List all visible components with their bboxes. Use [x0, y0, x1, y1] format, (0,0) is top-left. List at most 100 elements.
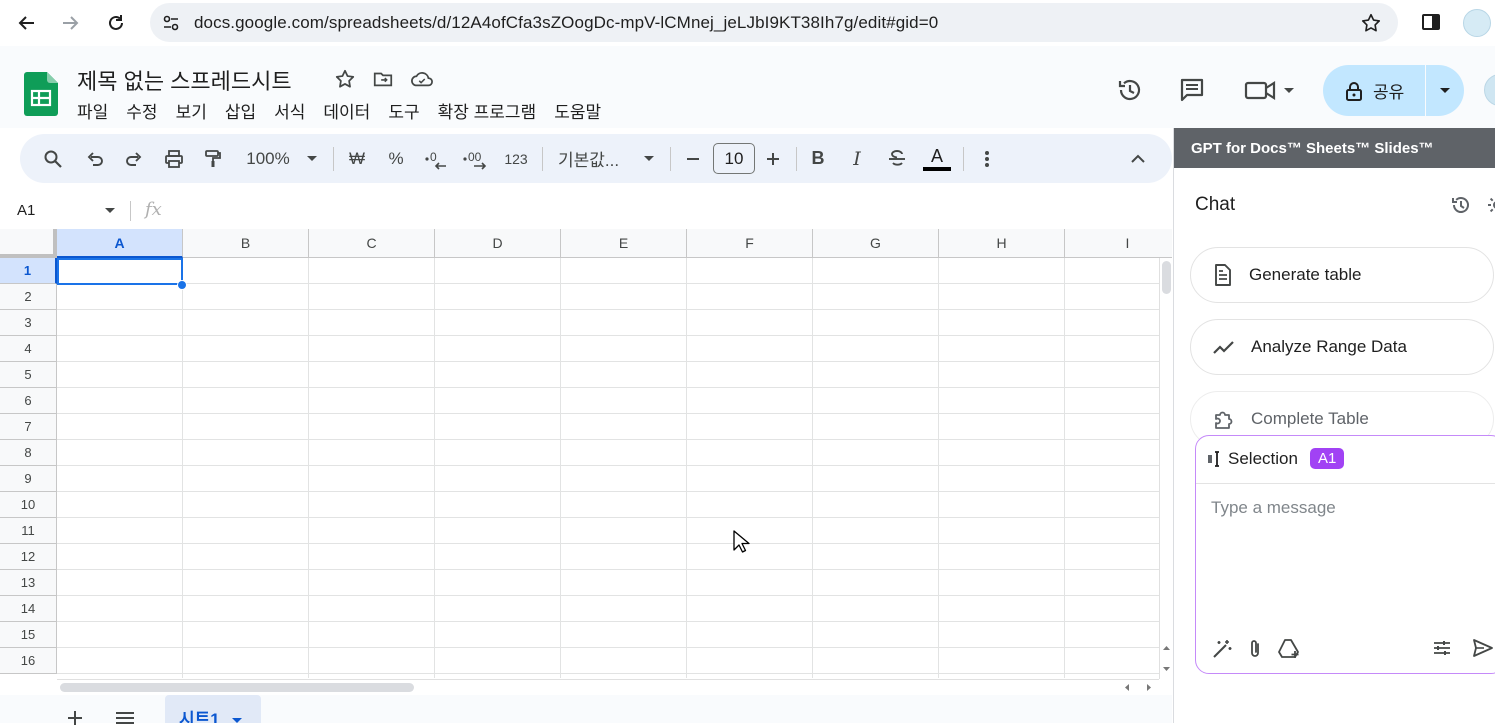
menu-file[interactable]: 파일: [77, 98, 117, 123]
settings-gear-icon[interactable]: [1486, 194, 1495, 216]
star-icon[interactable]: [334, 68, 356, 90]
generate-table-button[interactable]: Generate table: [1190, 247, 1494, 303]
chevron-down-icon[interactable]: [104, 207, 116, 215]
scroll-up-icon[interactable]: [1162, 644, 1171, 652]
font-size-input[interactable]: 10: [713, 143, 755, 174]
cloud-status-icon[interactable]: [410, 68, 434, 90]
site-settings-icon[interactable]: [162, 14, 180, 32]
scroll-left-icon[interactable]: [1123, 683, 1131, 692]
row-header-5[interactable]: 5: [0, 362, 57, 388]
comments-icon[interactable]: [1178, 76, 1206, 104]
send-icon[interactable]: [1472, 638, 1494, 658]
menu-view[interactable]: 보기: [167, 98, 216, 123]
history-icon[interactable]: [1450, 194, 1472, 216]
zoom-value[interactable]: 100%: [242, 134, 294, 183]
row-header-10[interactable]: 10: [0, 492, 57, 518]
row-header-2[interactable]: 2: [0, 284, 57, 310]
vertical-scrollbar[interactable]: [1159, 258, 1172, 679]
undo-button[interactable]: [82, 134, 108, 183]
sheet-tab-active[interactable]: 시트1: [165, 695, 261, 723]
vertical-scroll-thumb[interactable]: [1162, 261, 1171, 294]
row-header-8[interactable]: 8: [0, 440, 57, 466]
select-all-corner[interactable]: [0, 229, 57, 258]
spreadsheet-grid[interactable]: ABCDEFGHI 1 2 3 4 5 6 7 8 9 10 11 12 13 14 15 16: [0, 229, 1172, 679]
strikethrough-button[interactable]: [885, 134, 909, 183]
horizontal-scroll-thumb[interactable]: [60, 683, 414, 692]
column-header-e[interactable]: E: [561, 229, 687, 258]
row-header-13[interactable]: 13: [0, 570, 57, 596]
profile-avatar[interactable]: [1463, 9, 1491, 37]
tune-settings-icon[interactable]: [1432, 638, 1452, 658]
move-folder-icon[interactable]: [372, 68, 394, 90]
analyze-range-button[interactable]: Analyze Range Data: [1190, 319, 1494, 375]
active-cell-a1[interactable]: [57, 258, 183, 285]
reload-button[interactable]: [99, 6, 133, 40]
row-header-4[interactable]: 4: [0, 336, 57, 362]
version-history-icon[interactable]: [1116, 76, 1144, 104]
address-bar[interactable]: docs.google.com/spreadsheets/d/12A4ofCfa…: [150, 3, 1398, 42]
account-avatar[interactable]: [1484, 74, 1495, 106]
horizontal-scrollbar[interactable]: [57, 679, 1159, 694]
share-dropdown[interactable]: [1426, 87, 1464, 95]
column-header-c[interactable]: C: [309, 229, 435, 258]
side-panel-icon[interactable]: [1421, 12, 1441, 32]
paint-format-button[interactable]: [200, 134, 226, 183]
cell-grid[interactable]: [57, 258, 1159, 678]
scroll-down-icon[interactable]: [1162, 665, 1171, 673]
search-menus-button[interactable]: [40, 134, 66, 183]
magic-wand-icon[interactable]: [1211, 638, 1233, 660]
number-format-button[interactable]: 123: [501, 134, 531, 183]
row-header-15[interactable]: 15: [0, 622, 57, 648]
column-header-h[interactable]: H: [939, 229, 1065, 258]
more-toolbar-button[interactable]: [977, 134, 997, 183]
text-color-button[interactable]: A: [922, 134, 952, 183]
redo-button[interactable]: [121, 134, 147, 183]
zoom-dropdown[interactable]: [303, 134, 321, 183]
decrease-decimal-button[interactable]: 0: [423, 134, 449, 183]
forward-button[interactable]: [53, 6, 87, 40]
sheets-logo-icon[interactable]: [24, 72, 58, 116]
column-header-d[interactable]: D: [435, 229, 561, 258]
menu-edit[interactable]: 수정: [117, 98, 166, 123]
row-header-12[interactable]: 12: [0, 544, 57, 570]
row-header-16[interactable]: 16: [0, 648, 57, 674]
row-header-11[interactable]: 11: [0, 518, 57, 544]
decrease-font-size-button[interactable]: [681, 134, 705, 183]
attach-icon[interactable]: [1245, 638, 1265, 660]
menu-format[interactable]: 서식: [265, 98, 314, 123]
increase-decimal-button[interactable]: 00: [462, 134, 490, 183]
document-title[interactable]: 제목 없는 스프레드시트: [77, 64, 292, 96]
drive-add-icon[interactable]: [1277, 638, 1301, 660]
column-header-i[interactable]: I: [1065, 229, 1172, 258]
meet-video-icon[interactable]: [1244, 76, 1296, 104]
chevron-down-icon[interactable]: [232, 717, 243, 723]
menu-insert[interactable]: 삽입: [216, 98, 265, 123]
menu-data[interactable]: 데이터: [314, 98, 379, 123]
row-header-6[interactable]: 6: [0, 388, 57, 414]
back-button[interactable]: [10, 6, 44, 40]
share-button[interactable]: 공유: [1323, 65, 1464, 116]
row-header-14[interactable]: 14: [0, 596, 57, 622]
scroll-right-icon[interactable]: [1145, 683, 1153, 692]
print-button[interactable]: [161, 134, 187, 183]
collapse-menu-button[interactable]: [1126, 134, 1150, 183]
italic-button[interactable]: I: [845, 134, 869, 183]
row-header-9[interactable]: 9: [0, 466, 57, 492]
row-header-7[interactable]: 7: [0, 414, 57, 440]
menu-help[interactable]: 도움말: [545, 98, 610, 123]
row-header-3[interactable]: 3: [0, 310, 57, 336]
column-header-a[interactable]: A: [57, 229, 183, 258]
percent-format-button[interactable]: %: [384, 134, 408, 183]
name-box[interactable]: A1: [17, 202, 35, 219]
increase-font-size-button[interactable]: [761, 134, 785, 183]
column-header-b[interactable]: B: [183, 229, 309, 258]
menu-tools[interactable]: 도구: [379, 98, 428, 123]
column-header-g[interactable]: G: [813, 229, 939, 258]
bold-button[interactable]: B: [806, 134, 830, 183]
currency-format-button[interactable]: ₩: [345, 134, 369, 183]
share-main[interactable]: 공유: [1323, 65, 1425, 116]
column-header-f[interactable]: F: [687, 229, 813, 258]
bookmark-star-icon[interactable]: [1360, 12, 1382, 34]
font-family-dropdown[interactable]: [640, 134, 658, 183]
menu-extensions[interactable]: 확장 프로그램: [429, 98, 546, 123]
